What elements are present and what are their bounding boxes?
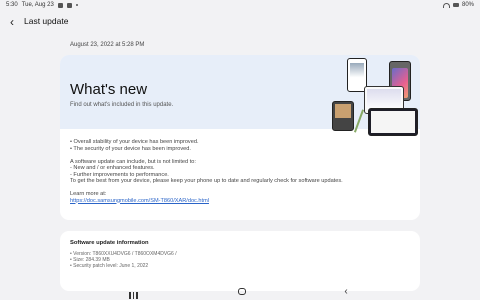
- gallery-icon: [66, 2, 72, 8]
- hero-subtitle: Find out what's included in this update.: [70, 102, 174, 108]
- status-time: 5:30: [6, 2, 18, 8]
- foldable-illustration: [332, 101, 354, 131]
- note-line: To get the best from your device, please…: [70, 178, 343, 184]
- nav-back-button[interactable]: ‹: [340, 287, 352, 297]
- tablet-illustration: [368, 108, 418, 136]
- navigation-bar: ‹: [0, 285, 480, 300]
- hero-banner: What's new Find out what's included in t…: [60, 55, 420, 136]
- stylus-illustration: [353, 109, 365, 133]
- update-date: August 23, 2022 at 5:28 PM: [70, 42, 145, 48]
- wifi-icon: [442, 2, 450, 8]
- software-info-card: Software update information • Version: T…: [60, 231, 420, 291]
- battery-percent: 80%: [461, 2, 474, 8]
- learn-more-link[interactable]: https://doc.samsungmobile.com/SM-T860/XA…: [70, 198, 343, 205]
- whats-new-card: What's new Find out what's included in t…: [60, 55, 420, 220]
- recents-button[interactable]: [128, 287, 140, 299]
- back-button[interactable]: ‹: [6, 15, 18, 29]
- page-title: Last update: [24, 16, 69, 26]
- release-notes: • Overall stability of your device has b…: [70, 139, 343, 204]
- more-notifications-icon: [75, 4, 78, 6]
- info-title: Software update information: [70, 240, 149, 246]
- info-patch: • Security patch level: June 1, 2022: [70, 263, 149, 269]
- home-button[interactable]: [236, 287, 248, 297]
- battery-icon: [452, 3, 459, 7]
- notification-icon: [57, 2, 63, 8]
- hero-title: What's new: [70, 81, 148, 98]
- status-bar: 5:30 Tue, Aug 23 80%: [0, 0, 480, 11]
- info-list: • Version: T860XXU4DVG6 / T860OXM4DVG6 /…: [70, 251, 177, 269]
- app-bar: ‹ Last update: [0, 12, 480, 32]
- status-date: Tue, Aug 23: [21, 2, 54, 8]
